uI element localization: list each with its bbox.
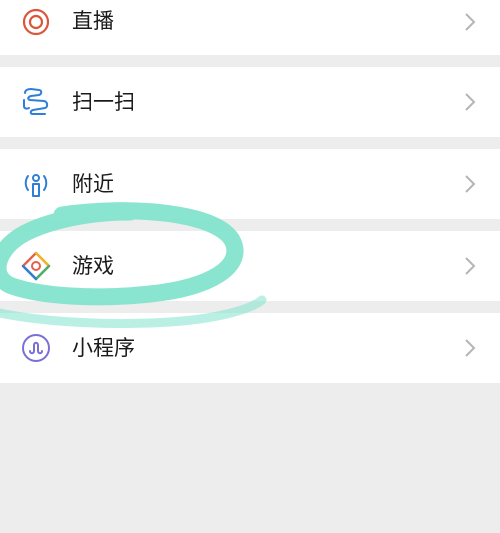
menu-item-scan[interactable]: 扫一扫: [0, 67, 500, 137]
menu-item-mini-program[interactable]: 小程序: [0, 313, 500, 383]
chevron-right-icon: [465, 257, 476, 275]
chevron-right-icon: [465, 93, 476, 111]
chevron-right-icon: [465, 13, 476, 31]
chevron-right-icon: [465, 339, 476, 357]
menu-item-game[interactable]: 游戏: [0, 231, 500, 301]
live-icon: [22, 8, 50, 36]
menu-item-live[interactable]: 直播: [0, 0, 500, 55]
menu-item-nearby[interactable]: 附近: [0, 149, 500, 219]
game-icon: [21, 251, 51, 281]
mini-program-icon: [22, 334, 50, 362]
chevron-right-icon: [465, 175, 476, 193]
menu-item-label: 小程序: [72, 336, 135, 360]
menu-item-label: 游戏: [72, 254, 114, 278]
scan-icon: [23, 88, 49, 115]
menu-item-label: 附近: [72, 172, 114, 196]
menu-item-label: 直播: [72, 9, 114, 33]
nearby-icon: [24, 174, 48, 197]
menu-item-label: 扫一扫: [72, 90, 135, 114]
